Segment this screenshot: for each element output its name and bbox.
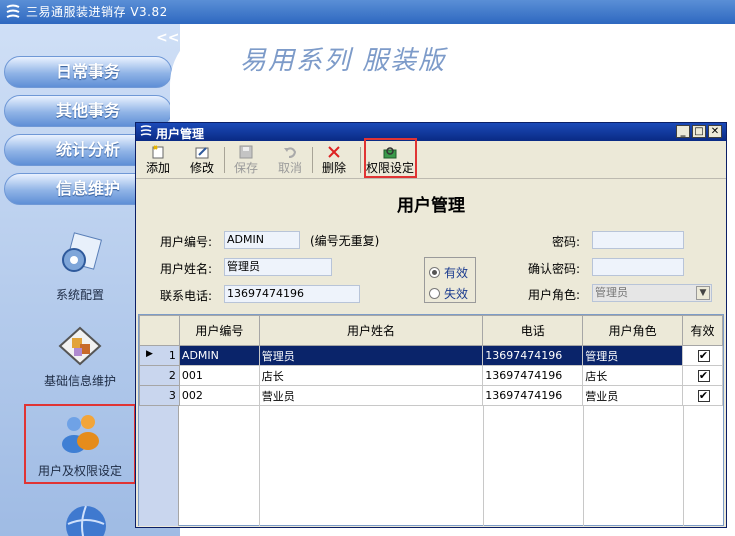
app-logo-icon: [4, 3, 22, 21]
phone-label: 联系电话:: [160, 289, 213, 303]
save-button[interactable]: 保存: [228, 145, 264, 177]
password-label: 密码:: [552, 235, 581, 249]
brand-slogan: 易用系列 服装版: [240, 46, 447, 76]
dialog-logo-icon: [140, 124, 152, 141]
cell-user-name[interactable]: 管理员: [258, 345, 484, 366]
phone-field[interactable]: 13697474196: [224, 285, 360, 303]
table-row[interactable]: 2 001 店长 13697474196 店长 ✔: [139, 365, 723, 386]
module-label: 基础信息维护: [43, 374, 116, 388]
cell-user-id[interactable]: 001: [178, 365, 260, 386]
delete-icon: [328, 146, 340, 158]
role-label: 用户角色:: [528, 288, 581, 302]
minimize-button[interactable]: _: [676, 125, 690, 138]
user-management-dialog: 用户管理 _ □ ✕ 添加 修改 保存 取消 删除 权限设定 用户管理 用户编号…: [135, 122, 727, 528]
add-button[interactable]: 添加: [140, 145, 176, 177]
row-indicator[interactable]: ▶ 1: [139, 345, 180, 366]
confirm-password-label: 确认密码:: [528, 262, 581, 276]
status-radio-group: 有效 失效: [424, 257, 476, 303]
user-id-label: 用户编号:: [160, 235, 213, 249]
cell-phone[interactable]: 13697474196: [482, 385, 584, 406]
password-field[interactable]: [592, 231, 684, 249]
radio-valid-dot: [429, 267, 440, 278]
row-number: 1: [168, 349, 176, 362]
globe-icon: [64, 502, 108, 536]
maximize-button[interactable]: □: [692, 125, 706, 138]
valid-checkbox[interactable]: ✔: [697, 370, 710, 382]
radio-invalid[interactable]: 失效: [429, 285, 468, 302]
form-heading: 用户管理: [397, 196, 465, 216]
role-select-value: 管理员: [595, 286, 628, 299]
row-indicator-header: [139, 315, 180, 346]
toolbar: 添加 修改 保存 取消 删除 权限设定: [136, 138, 726, 179]
valid-checkbox[interactable]: ✔: [697, 350, 710, 362]
role-select[interactable]: 管理员 ▼: [592, 284, 712, 302]
table-row[interactable]: 3 002 营业员 13697474196 营业员 ✔: [139, 385, 723, 406]
user-id-hint: (编号无重复): [310, 234, 380, 248]
system-config-icon: [62, 232, 103, 272]
cell-valid[interactable]: ✔: [682, 385, 723, 406]
radio-valid-label: 有效: [444, 266, 469, 280]
highlight-user-permissions: [24, 404, 136, 484]
cell-role[interactable]: 管理员: [582, 345, 684, 366]
user-name-field[interactable]: 管理员: [224, 258, 332, 276]
cell-role[interactable]: 营业员: [582, 385, 684, 406]
cell-valid[interactable]: ✔: [682, 345, 723, 366]
users-grid: 用户编号 用户姓名 电话 用户角色 有效 ▶ 1 ADMIN 管理员 136974…: [138, 314, 724, 526]
row-indicator[interactable]: 2: [139, 365, 180, 386]
title-bar: 三易通服装进销存 V3.82: [0, 0, 735, 24]
add-icon: [152, 145, 164, 159]
chevron-down-icon[interactable]: ▼: [696, 286, 710, 300]
column-header[interactable]: 用户姓名: [258, 315, 484, 346]
module-label: 系统配置: [55, 288, 104, 302]
basic-info-icon: [58, 326, 102, 366]
table-row[interactable]: ▶ 1 ADMIN 管理员 13697474196 管理员 ✔: [139, 345, 723, 366]
delete-label: 删除: [321, 161, 346, 175]
current-row-arrow-icon: ▶: [146, 349, 153, 359]
column-header[interactable]: 电话: [482, 315, 584, 346]
cell-user-id[interactable]: ADMIN: [178, 345, 260, 366]
edit-button[interactable]: 修改: [184, 145, 220, 177]
dialog-title: 用户管理: [156, 127, 205, 141]
save-icon: [239, 145, 253, 159]
cell-phone[interactable]: 13697474196: [482, 345, 584, 366]
close-button[interactable]: ✕: [708, 125, 722, 138]
column-header[interactable]: 用户编号: [178, 315, 260, 346]
add-label: 添加: [145, 161, 170, 175]
dialog-title-bar: 用户管理 _ □ ✕: [136, 123, 726, 141]
highlight-permission-settings: [364, 138, 417, 178]
edit-label: 修改: [189, 161, 214, 175]
module-basic-info[interactable]: 基础信息维护: [24, 324, 136, 389]
column-header[interactable]: 有效: [682, 315, 723, 346]
cell-phone[interactable]: 13697474196: [482, 365, 584, 386]
cell-user-name[interactable]: 营业员: [258, 385, 484, 406]
user-id-field[interactable]: ADMIN: [224, 231, 300, 249]
cancel-label: 取消: [277, 161, 302, 175]
cell-valid[interactable]: ✔: [682, 365, 723, 386]
edit-icon: [195, 147, 209, 159]
delete-button[interactable]: 删除: [316, 145, 352, 177]
collapse-sidebar-icon[interactable]: <<: [156, 30, 179, 46]
column-header[interactable]: 用户角色: [582, 315, 684, 346]
undo-icon: [284, 147, 297, 158]
radio-invalid-label: 失效: [444, 287, 469, 301]
window-title: 三易通服装进销存 V3.82: [26, 5, 168, 19]
cancel-button[interactable]: 取消: [272, 145, 308, 177]
app-window: 三易通服装进销存 V3.82 << 日常事务 其他事务 统计分析 信息维护 系统…: [0, 0, 735, 536]
confirm-password-field[interactable]: [592, 258, 684, 276]
cell-role[interactable]: 店长: [582, 365, 684, 386]
users-table: 用户编号 用户姓名 电话 用户角色 有效 ▶ 1 ADMIN 管理员 136974…: [139, 315, 723, 406]
module-system-config[interactable]: 系统配置: [24, 230, 136, 303]
cell-user-name[interactable]: 店长: [258, 365, 484, 386]
radio-valid[interactable]: 有效: [429, 264, 468, 281]
cell-user-id[interactable]: 002: [178, 385, 260, 406]
row-indicator[interactable]: 3: [139, 385, 180, 406]
nav-daily-affairs[interactable]: 日常事务: [4, 56, 172, 88]
user-name-label: 用户姓名:: [160, 262, 213, 276]
valid-checkbox[interactable]: ✔: [697, 390, 710, 402]
save-label: 保存: [233, 161, 258, 175]
radio-invalid-dot: [429, 288, 440, 299]
